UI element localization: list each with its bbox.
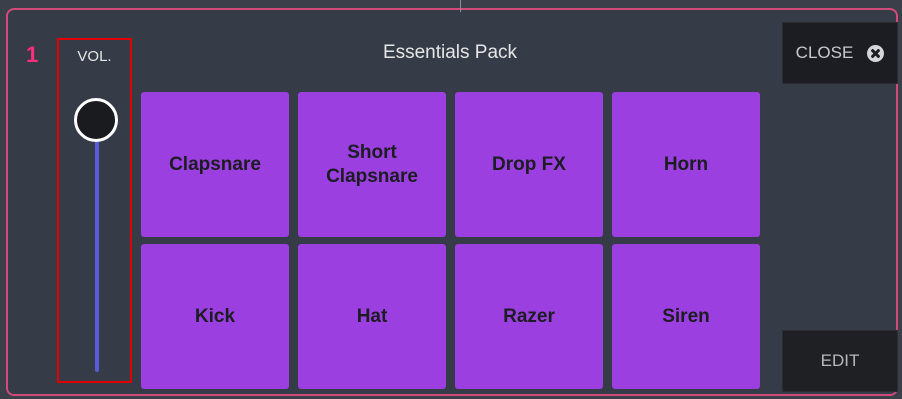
sample-pad[interactable]: Short Clapsnare (298, 92, 446, 237)
sample-pad-grid: Clapsnare Short Clapsnare Drop FX Horn K… (141, 92, 760, 389)
volume-label: VOL. (77, 48, 112, 65)
sample-pad[interactable]: Hat (298, 244, 446, 389)
slot-number: 1 (26, 42, 39, 67)
volume-slider-track[interactable] (95, 120, 99, 372)
sample-pad[interactable]: Razer (455, 244, 603, 389)
volume-slider-knob[interactable] (74, 98, 118, 142)
sample-pad[interactable]: Siren (612, 244, 760, 389)
volume-highlight-box: VOL. (57, 38, 132, 383)
sample-pad[interactable]: Kick (141, 244, 289, 389)
edit-button[interactable]: EDIT (782, 330, 898, 392)
top-divider (460, 0, 461, 12)
sample-pad[interactable]: Clapsnare (141, 92, 289, 237)
edit-button-label: EDIT (820, 351, 860, 370)
sample-pad[interactable]: Drop FX (455, 92, 603, 237)
close-button-label: CLOSE (795, 43, 854, 62)
pack-title: Essentials Pack (382, 42, 518, 63)
close-icon (867, 44, 885, 62)
sample-pad[interactable]: Horn (612, 92, 760, 237)
close-button[interactable]: CLOSE (782, 22, 898, 84)
